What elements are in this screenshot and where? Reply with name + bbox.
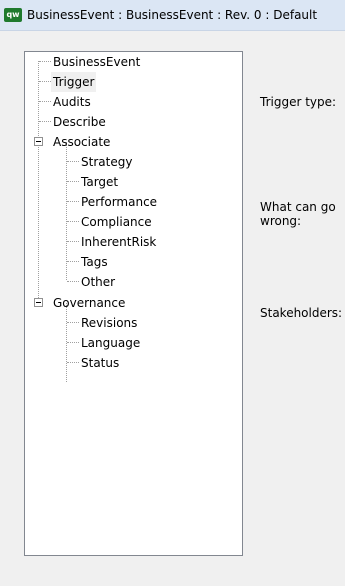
- tree-connector: [67, 342, 79, 343]
- form-body: BusinessEvent Trigger Audits Describe As…: [0, 31, 345, 586]
- tree-item-businessevent[interactable]: BusinessEvent: [51, 52, 142, 72]
- trigger-type-label: Trigger type:: [260, 95, 337, 109]
- title-bar[interactable]: qw BusinessEvent : BusinessEvent : Rev. …: [0, 0, 345, 31]
- what-can-go-wrong-label-line1: What can go: [260, 200, 336, 214]
- tree-connector: [67, 161, 79, 162]
- tree-connector: [67, 201, 79, 202]
- app-logo-icon: qw: [4, 8, 22, 22]
- tree-connector: [39, 81, 51, 82]
- tree-item-governance[interactable]: Governance: [51, 293, 127, 313]
- tree-item-compliance[interactable]: Compliance: [79, 212, 154, 232]
- tree-item-describe[interactable]: Describe: [51, 112, 108, 132]
- navigation-tree-panel[interactable]: BusinessEvent Trigger Audits Describe As…: [24, 51, 243, 556]
- tree-item-inherentrisk[interactable]: InherentRisk: [79, 232, 158, 252]
- tree-item-other[interactable]: Other: [79, 272, 117, 292]
- tree-root-connector: [38, 61, 39, 298]
- tree-connector: [39, 121, 51, 122]
- tree-item-language[interactable]: Language: [79, 333, 142, 353]
- tree-connector: [67, 261, 79, 262]
- tree-associate-connector: [66, 142, 67, 280]
- tree-connector: [67, 221, 79, 222]
- associate-collapse-toggle[interactable]: [34, 137, 43, 146]
- tree-item-tags[interactable]: Tags: [79, 252, 110, 272]
- tree-connector: [67, 322, 79, 323]
- window-title: BusinessEvent : BusinessEvent : Rev. 0 :…: [27, 8, 318, 22]
- tree-item-status[interactable]: Status: [79, 353, 121, 373]
- tree-item-audits[interactable]: Audits: [51, 92, 93, 112]
- tree-item-trigger[interactable]: Trigger: [51, 72, 97, 92]
- tree-item-associate[interactable]: Associate: [51, 132, 112, 152]
- tree-item-revisions[interactable]: Revisions: [79, 313, 139, 333]
- governance-collapse-toggle[interactable]: [34, 298, 43, 307]
- tree-item-target[interactable]: Target: [79, 172, 120, 192]
- tree-item-performance[interactable]: Performance: [79, 192, 159, 212]
- tree-connector: [67, 362, 79, 363]
- stakeholders-label: Stakeholders:: [260, 306, 343, 320]
- tree-connector: [67, 241, 79, 242]
- application-window: qw BusinessEvent : BusinessEvent : Rev. …: [0, 0, 345, 586]
- tree-connector: [67, 181, 79, 182]
- tree-connector: [39, 101, 51, 102]
- tree-connector: [39, 61, 51, 62]
- what-can-go-wrong-label-line2: wrong:: [260, 214, 302, 228]
- navigation-tree: BusinessEvent Trigger Audits Describe As…: [25, 52, 242, 555]
- tree-connector: [67, 281, 79, 282]
- tree-item-strategy[interactable]: Strategy: [79, 152, 134, 172]
